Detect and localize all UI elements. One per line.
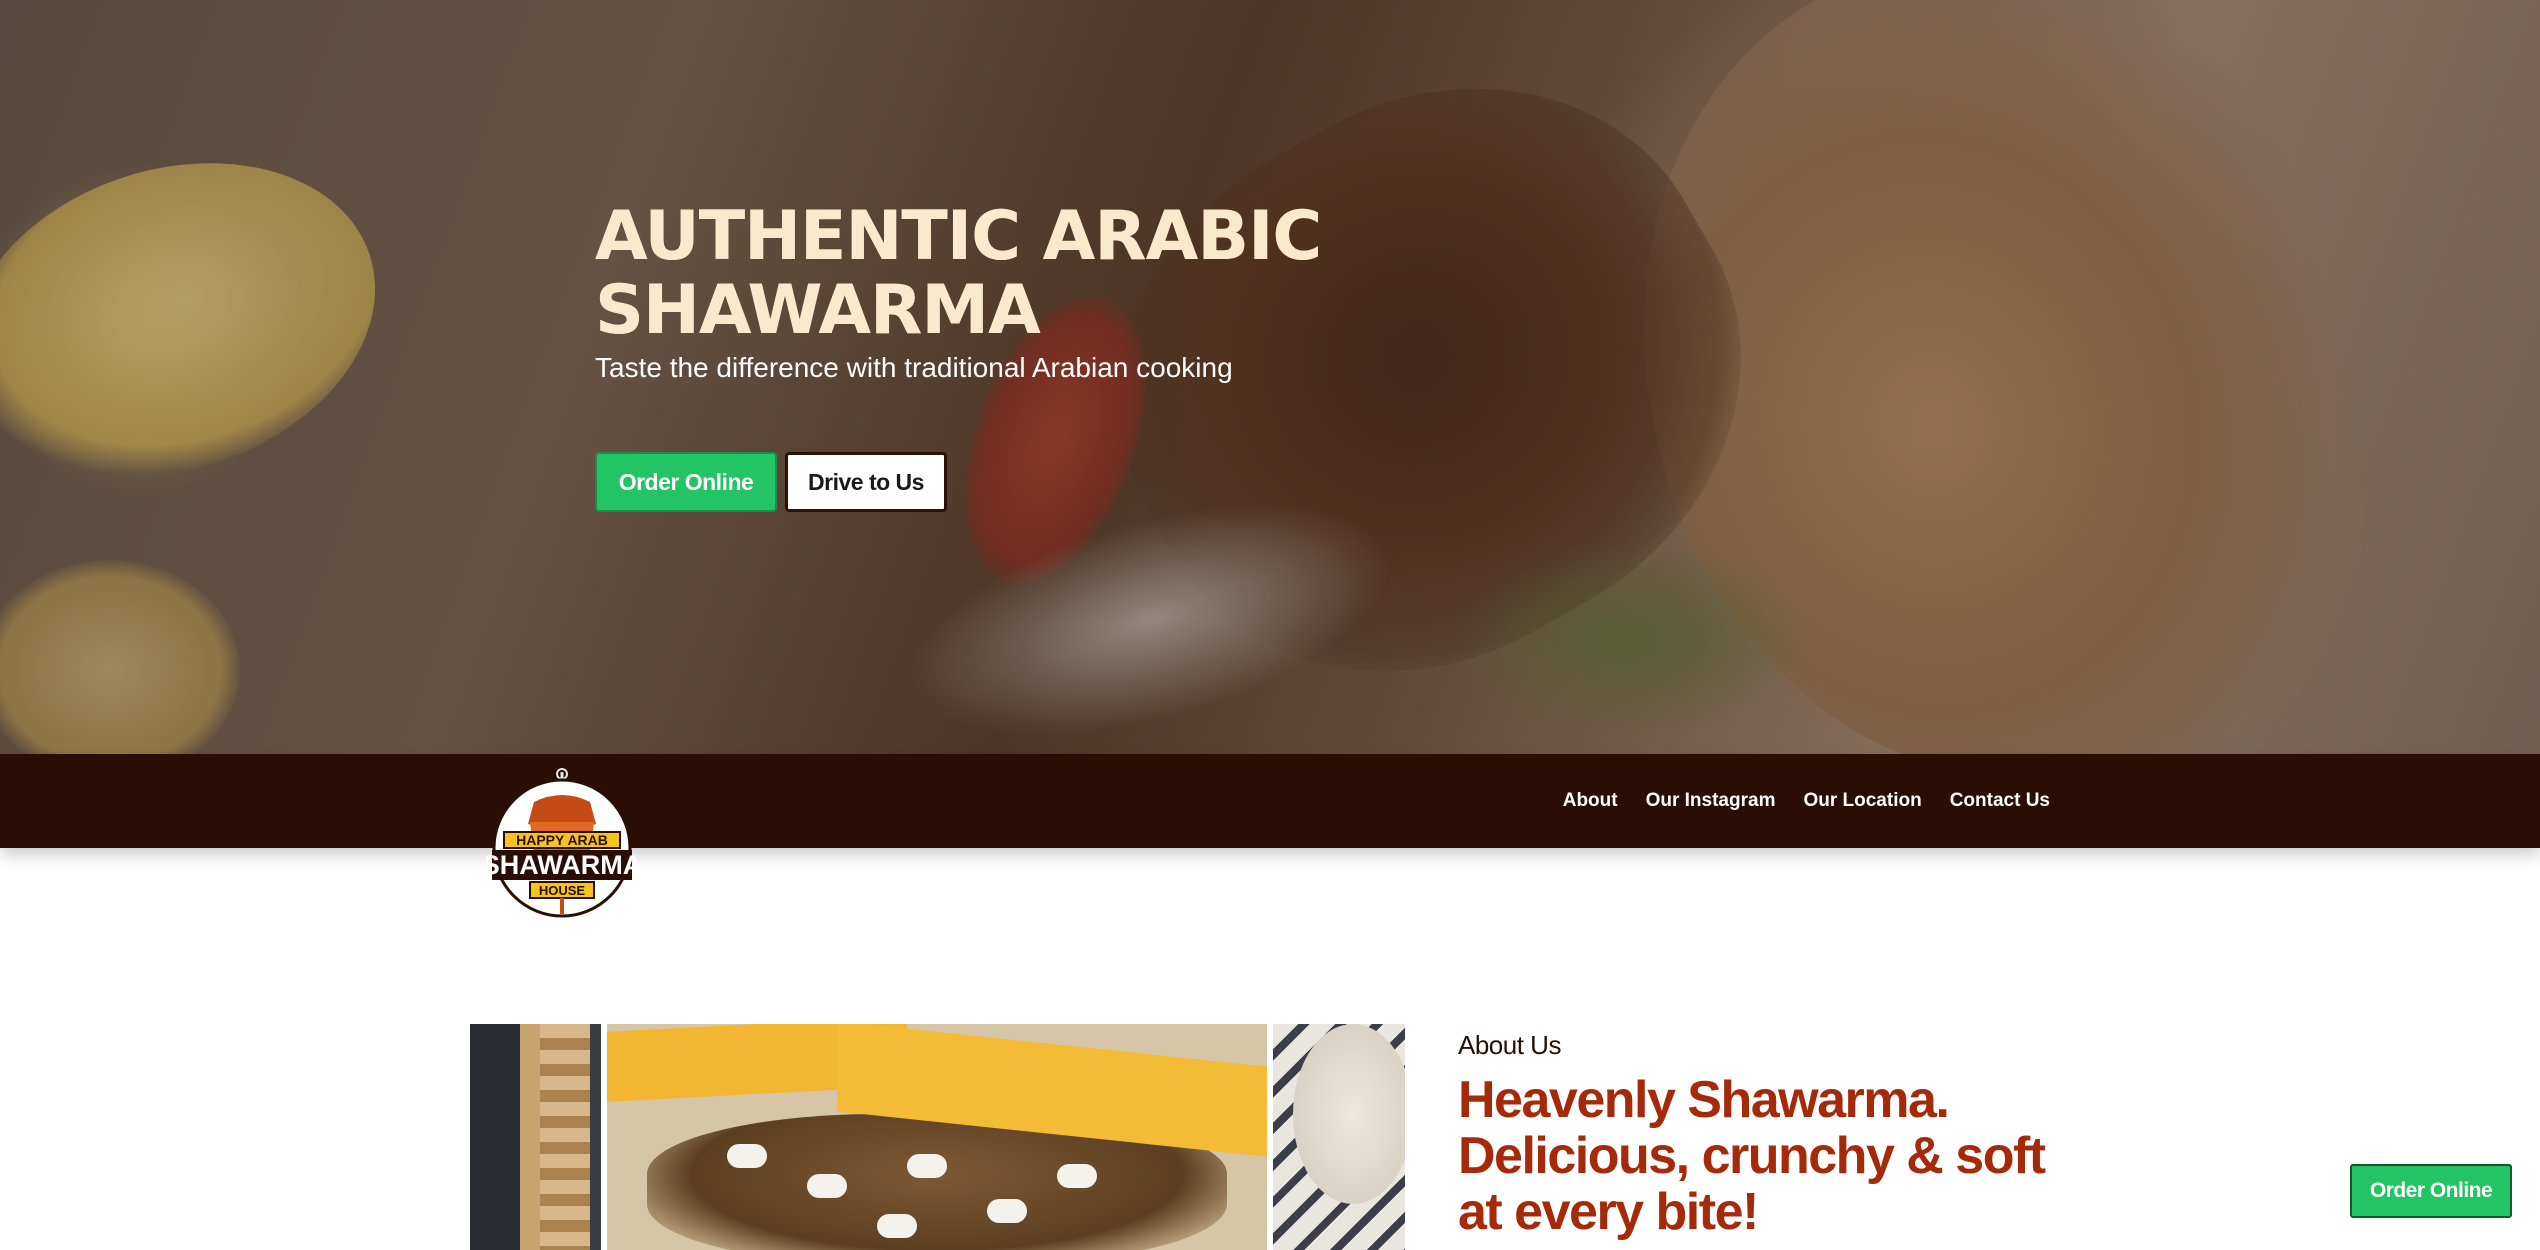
hero-title-line1: AUTHENTIC ARABIC — [595, 197, 1322, 276]
hero-title: AUTHENTIC ARABIC SHAWARMA — [595, 200, 1495, 348]
hero-section: AUTHENTIC ARABIC SHAWARMA Taste the diff… — [0, 0, 2540, 754]
logo[interactable]: HAPPY ARAB SHAWARMA HOUSE — [486, 766, 638, 918]
nav-links: About Our Instagram Our Location Contact… — [1563, 754, 2050, 848]
order-online-button[interactable]: Order Online — [595, 452, 777, 512]
nav-link-instagram[interactable]: Our Instagram — [1646, 790, 1776, 812]
logo-text-top: HAPPY ARAB — [516, 832, 608, 848]
gallery-image-shawarma[interactable] — [607, 1024, 1267, 1250]
about-heading: Heavenly Shawarma. Delicious, crunchy & … — [1458, 1071, 2046, 1241]
logo-text-main: SHAWARMA — [486, 850, 638, 880]
drive-to-us-button[interactable]: Drive to Us — [785, 452, 947, 512]
nav-link-location[interactable]: Our Location — [1803, 790, 1921, 812]
hero-content: AUTHENTIC ARABIC SHAWARMA Taste the diff… — [595, 200, 1495, 512]
gallery-image-spit[interactable] — [470, 1024, 601, 1250]
floating-order-online-button[interactable]: Order Online — [2350, 1164, 2512, 1218]
nav-link-about[interactable]: About — [1563, 790, 1618, 812]
food-gallery — [470, 1024, 1405, 1250]
about-label: About Us — [1458, 1030, 1561, 1060]
gallery-image-pita[interactable] — [1273, 1024, 1405, 1250]
hero-buttons: Order Online Drive to Us — [595, 452, 947, 512]
navbar: About Our Instagram Our Location Contact… — [0, 754, 2540, 848]
nav-link-contact[interactable]: Contact Us — [1950, 790, 2050, 812]
hero-title-line2: SHAWARMA — [595, 271, 1041, 350]
hero-subtitle: Taste the difference with traditional Ar… — [595, 352, 1233, 383]
logo-text-bottom: HOUSE — [539, 883, 586, 898]
